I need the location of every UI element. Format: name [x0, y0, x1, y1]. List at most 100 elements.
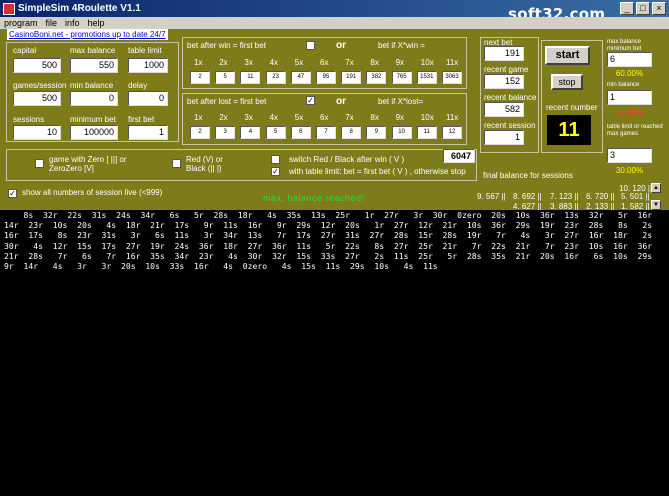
lost-multiplier-label: 11x	[446, 113, 459, 122]
lost-multiplier-label: 5x	[294, 113, 304, 122]
recent-game-label: recent game	[484, 65, 529, 74]
number-log: 8s 32r 22s 31s 24s 34r 6s 5r 28s 18r 4s …	[3, 210, 667, 494]
final-balance-label: final balance for sessions	[483, 171, 573, 180]
recent-game-value: 152	[484, 74, 524, 89]
first-bet-label: first bet	[128, 115, 155, 124]
session-stat: 7. 123 ||	[550, 192, 579, 201]
win-multiplier-input[interactable]: 382	[366, 71, 387, 84]
promo-link[interactable]: CasinoBoni.net - promotions up to date 2…	[7, 29, 168, 40]
recent-balance-label: recent balance	[484, 93, 537, 102]
games-session-input[interactable]: 500	[13, 91, 61, 106]
lost-multiplier-input[interactable]: 3	[215, 126, 236, 139]
win-multiplier-input[interactable]: 765	[391, 71, 412, 84]
log-line: 30r 4s 12r 15s 17s 27r 19r 24s 36r 18r 2…	[4, 240, 653, 251]
lost-multiplier-label: 7x	[345, 113, 354, 122]
scroll-down-icon[interactable]: ▼	[651, 200, 661, 210]
win-multiplier-input[interactable]: 5	[215, 71, 236, 84]
start-button[interactable]: start	[545, 46, 590, 65]
win-first-bet-checkbox[interactable]	[306, 41, 315, 50]
red-black-label: Red (V) or Black (|| |)	[186, 155, 223, 173]
lost-alt-label: bet if X*lost=	[378, 97, 424, 106]
lost-multiplier-input[interactable]: 6	[290, 126, 311, 139]
win-multiplier-input[interactable]: 47	[290, 71, 311, 84]
lost-multiplier-label: 2x	[219, 113, 228, 122]
lost-multiplier-input[interactable]: 9	[366, 126, 387, 139]
win-multiplier-input[interactable]: 1531	[416, 71, 437, 84]
zero-game-checkbox[interactable]	[35, 159, 44, 168]
maximize-button[interactable]: □	[636, 2, 650, 15]
scroll-up-icon[interactable]: ▲	[651, 183, 661, 193]
lost-multiplier-input[interactable]: 12	[442, 126, 462, 139]
counter-value: 6047	[443, 149, 475, 163]
app-icon	[3, 2, 15, 15]
lost-multiplier-input[interactable]: 11	[416, 126, 437, 139]
sessions-label: sessions	[13, 115, 45, 124]
capital-input[interactable]: 500	[13, 58, 61, 73]
menu-file[interactable]: file	[42, 18, 62, 28]
delay-input[interactable]: 0	[128, 91, 168, 106]
first-bet-input[interactable]: 1	[128, 125, 168, 140]
recent-number-display: 11	[547, 115, 591, 145]
table-limit-input[interactable]: 1000	[128, 58, 168, 73]
win-multiplier-input[interactable]: 3063	[442, 71, 462, 84]
menu-program[interactable]: program	[0, 18, 42, 28]
win-multiplier-label: 5x	[294, 58, 304, 67]
show-all-label: show all numbers of session live (<999)	[22, 188, 163, 197]
table-limit-right-label: table limit or reached max games	[607, 124, 663, 137]
lost-multiplier-input[interactable]: 8	[341, 126, 362, 139]
lost-multiplier-input[interactable]: 5	[265, 126, 286, 139]
games-session-label: games/session	[13, 81, 67, 90]
window-title: SimpleSim 4Roulette V1.1	[18, 3, 141, 14]
lost-multiplier-input[interactable]: 10	[391, 126, 412, 139]
lost-multiplier-input[interactable]: 2	[190, 126, 210, 139]
menu-help[interactable]: help	[84, 18, 109, 28]
win-multiplier-label: 10x	[420, 58, 434, 67]
max-balance-label: max balance	[70, 46, 116, 55]
win-multiplier-label: 8x	[370, 58, 379, 67]
recent-session-label: recent session	[484, 121, 536, 130]
win-multiplier-input[interactable]: 11	[240, 71, 261, 84]
win-multiplier-label: 7x	[345, 58, 354, 67]
recent-session-value: 1	[484, 130, 524, 145]
win-multiplier-label: 2x	[219, 58, 228, 67]
lost-group-title: bet after lost = first bet	[187, 97, 267, 106]
menu-bar: program file info help	[0, 17, 669, 29]
sessions-input[interactable]: 10	[13, 125, 61, 140]
table-limit-percent: 30.00%	[615, 166, 644, 175]
session-stat: 9. 567 ||	[477, 192, 506, 201]
min-balance-input[interactable]: 0	[70, 91, 118, 106]
lost-multiplier-label: 9x	[395, 113, 405, 122]
lost-multiplier-input[interactable]: 7	[316, 126, 336, 139]
session-stat: 8. 692 ||	[513, 192, 542, 201]
stop-button[interactable]: stop	[551, 74, 583, 90]
min-balance-right-value: 1	[607, 90, 652, 105]
lost-first-bet-checkbox[interactable]: ✓	[306, 96, 315, 105]
menu-info[interactable]: info	[61, 18, 84, 28]
minimize-button[interactable]: _	[620, 2, 634, 15]
max-balance-min-bet-label: max balance minimum bet	[607, 39, 642, 52]
recent-balance-value: 582	[484, 102, 524, 117]
switch-red-black-checkbox[interactable]	[271, 155, 280, 164]
red-black-checkbox[interactable]	[172, 159, 181, 168]
win-multiplier-input[interactable]: 2	[190, 71, 210, 84]
lost-multiplier-label: 8x	[370, 113, 379, 122]
win-multiplier-label: 1x	[194, 58, 203, 67]
table-limit-rule-checkbox[interactable]: ✓	[271, 167, 280, 176]
lost-multiplier-label: 3x	[244, 113, 253, 122]
minimum-bet-input[interactable]: 100000	[70, 125, 118, 140]
session-stat: 6. 720 ||	[586, 192, 615, 201]
lost-or-label: or	[336, 96, 346, 107]
close-button[interactable]: ×	[652, 2, 666, 15]
capital-label: capital	[13, 46, 37, 55]
show-all-checkbox[interactable]: ✓	[8, 189, 17, 198]
win-multiplier-input[interactable]: 191	[341, 71, 362, 84]
win-or-label: or	[336, 40, 346, 51]
recent-number-label: recent number	[546, 103, 598, 112]
lost-multiplier-input[interactable]: 4	[240, 126, 261, 139]
win-multiplier-input[interactable]: 95	[316, 71, 336, 84]
win-multiplier-label: 3x	[244, 58, 253, 67]
win-alt-label: bet if X*win =	[378, 41, 425, 50]
win-group-title: bet after win = first bet	[187, 41, 266, 50]
win-multiplier-input[interactable]: 23	[265, 71, 286, 84]
max-balance-input[interactable]: 550	[70, 58, 118, 73]
